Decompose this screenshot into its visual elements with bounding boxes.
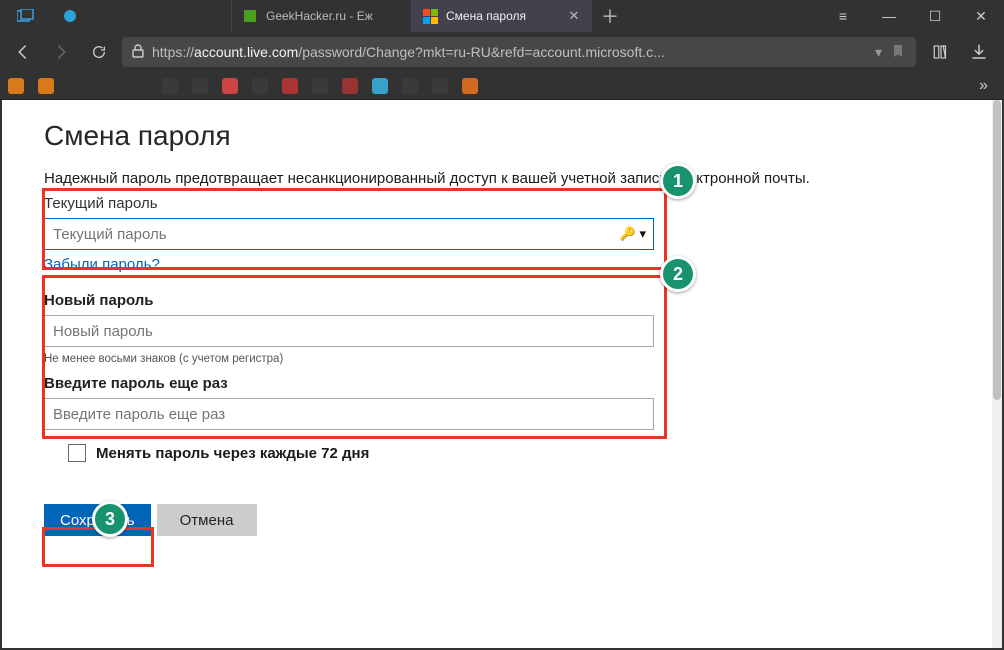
bookmark-item[interactable]: [162, 78, 178, 94]
address-bar[interactable]: https://account.live.com/password/Change…: [122, 37, 916, 67]
password-hint: Не менее восьми знаков (с учетом регистр…: [44, 353, 950, 365]
scrollbar-thumb[interactable]: [993, 100, 1001, 400]
tab-2[interactable]: GeekHacker.ru - Еж: [232, 0, 412, 32]
bookmarks-bar: »: [0, 72, 1004, 100]
bookmark-star-icon[interactable]: [890, 43, 906, 62]
bookmark-item[interactable]: [252, 78, 268, 94]
current-password-label: Текущий пароль: [44, 195, 950, 212]
confirm-password-input[interactable]: [44, 398, 654, 430]
cancel-button[interactable]: Отмена: [157, 504, 257, 536]
bookmark-item[interactable]: [282, 78, 298, 94]
maximize-button[interactable]: ☐: [912, 0, 958, 32]
lock-icon: [132, 44, 144, 61]
favicon-generic-icon: [62, 8, 78, 24]
app-icon: [0, 0, 52, 32]
confirm-password-label: Введите пароль еще раз: [44, 375, 950, 392]
bookmark-item[interactable]: [432, 78, 448, 94]
bookmark-item[interactable]: [462, 78, 478, 94]
new-tab-button[interactable]: ＋: [592, 0, 628, 32]
window-controls: ≡ — ☐ ✕: [820, 0, 1004, 32]
menu-icon[interactable]: ≡: [820, 0, 866, 32]
bookmark-item[interactable]: [402, 78, 418, 94]
rotate-password-checkbox[interactable]: [68, 444, 86, 462]
downloads-icon[interactable]: [962, 37, 996, 67]
tab-label: GeekHacker.ru - Еж: [266, 9, 401, 23]
reload-button[interactable]: [84, 37, 114, 67]
browser-toolbar: https://account.live.com/password/Change…: [0, 32, 1004, 72]
tab-label: Смена пароля: [446, 9, 559, 23]
close-window-button[interactable]: ✕: [958, 0, 1004, 32]
new-password-label: Новый пароль: [44, 292, 950, 309]
save-button[interactable]: Сохранить: [44, 504, 151, 536]
change-password-page: Смена пароля Надежный пароль предотвраща…: [2, 100, 992, 550]
forgot-password-link[interactable]: Забыли пароль?: [44, 256, 160, 273]
page-title: Смена пароля: [44, 120, 950, 152]
minimize-button[interactable]: —: [866, 0, 912, 32]
bookmark-item[interactable]: [342, 78, 358, 94]
bookmark-item[interactable]: [8, 78, 24, 94]
vertical-scrollbar[interactable]: [992, 100, 1002, 648]
current-password-input[interactable]: [44, 218, 654, 250]
rotate-password-label: Менять пароль через каждые 72 дня: [96, 445, 369, 462]
close-icon[interactable]: ✕: [567, 9, 581, 23]
bookmark-item[interactable]: [372, 78, 388, 94]
bookmark-item[interactable]: [192, 78, 208, 94]
back-button[interactable]: [8, 37, 38, 67]
page-viewport: Смена пароля Надежный пароль предотвраща…: [2, 100, 992, 648]
favicon-microsoft-icon: [422, 8, 438, 24]
tab-1[interactable]: [52, 0, 232, 32]
url-text: https://account.live.com/password/Change…: [152, 44, 867, 60]
forward-button[interactable]: [46, 37, 76, 67]
key-icon[interactable]: 🔑 ▾: [620, 226, 646, 242]
page-subtitle: Надежный пароль предотвращает несанкцион…: [44, 170, 950, 187]
tab-strip: GeekHacker.ru - Еж Смена пароля ✕ ＋: [52, 0, 820, 32]
bookmark-item[interactable]: [38, 78, 54, 94]
favicon-generic-icon: [242, 8, 258, 24]
dropdown-icon[interactable]: ▾: [875, 44, 882, 61]
bookmarks-overflow-icon[interactable]: »: [971, 77, 996, 95]
new-password-input[interactable]: [44, 315, 654, 347]
library-icon[interactable]: [924, 37, 958, 67]
browser-titlebar: GeekHacker.ru - Еж Смена пароля ✕ ＋ ≡ — …: [0, 0, 1004, 32]
bookmark-item[interactable]: [312, 78, 328, 94]
tab-3-active[interactable]: Смена пароля ✕: [412, 0, 592, 32]
bookmark-item[interactable]: [222, 78, 238, 94]
